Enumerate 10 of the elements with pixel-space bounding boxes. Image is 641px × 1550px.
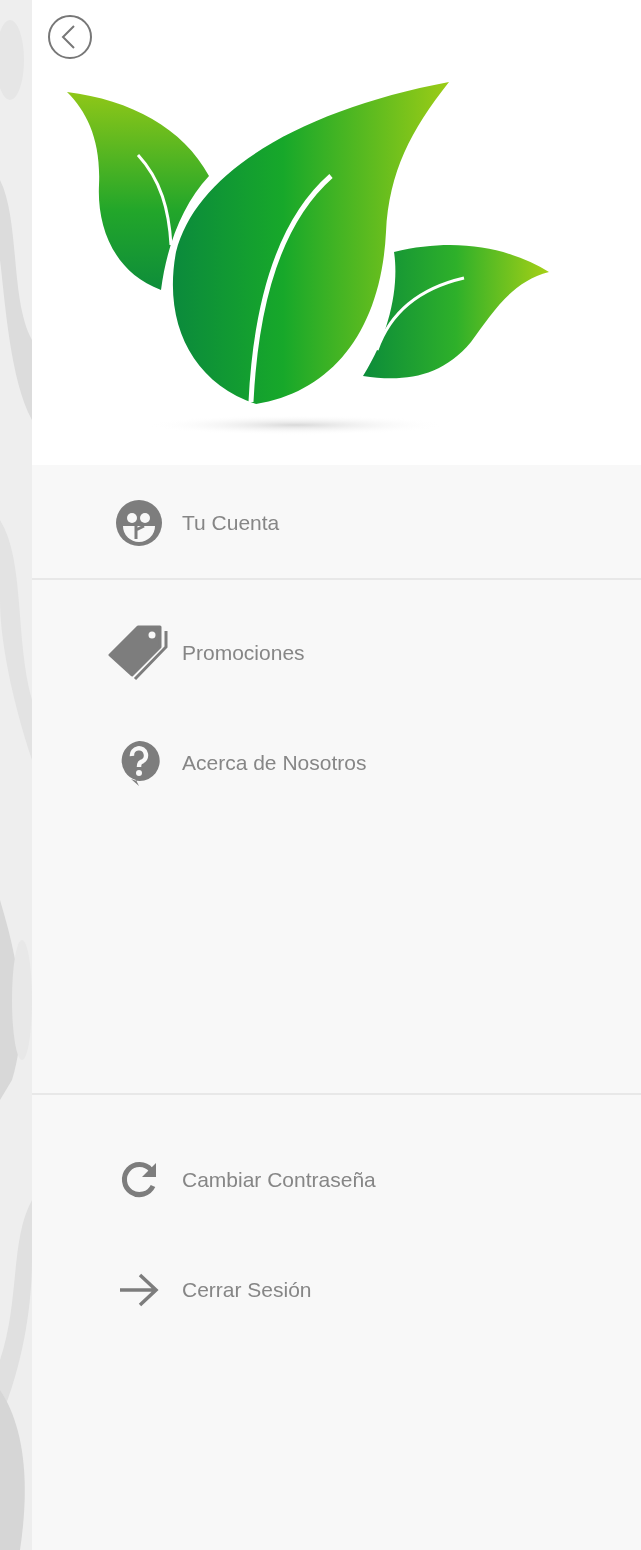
menu-item[interactable]: Promociones [32, 598, 641, 708]
back-button[interactable] [47, 14, 93, 60]
arrow-icon [118, 1272, 160, 1308]
menu-item[interactable]: Cambiar Contraseña [32, 1125, 641, 1235]
menu-item[interactable]: Cerrar Sesión [32, 1235, 641, 1345]
account-icon [115, 499, 163, 547]
tag-icon [108, 625, 170, 681]
menu-item[interactable]: Tu Cuenta [32, 468, 641, 578]
menu-item[interactable]: Acerca de Nosotros [32, 708, 641, 818]
back-icon [47, 14, 93, 60]
